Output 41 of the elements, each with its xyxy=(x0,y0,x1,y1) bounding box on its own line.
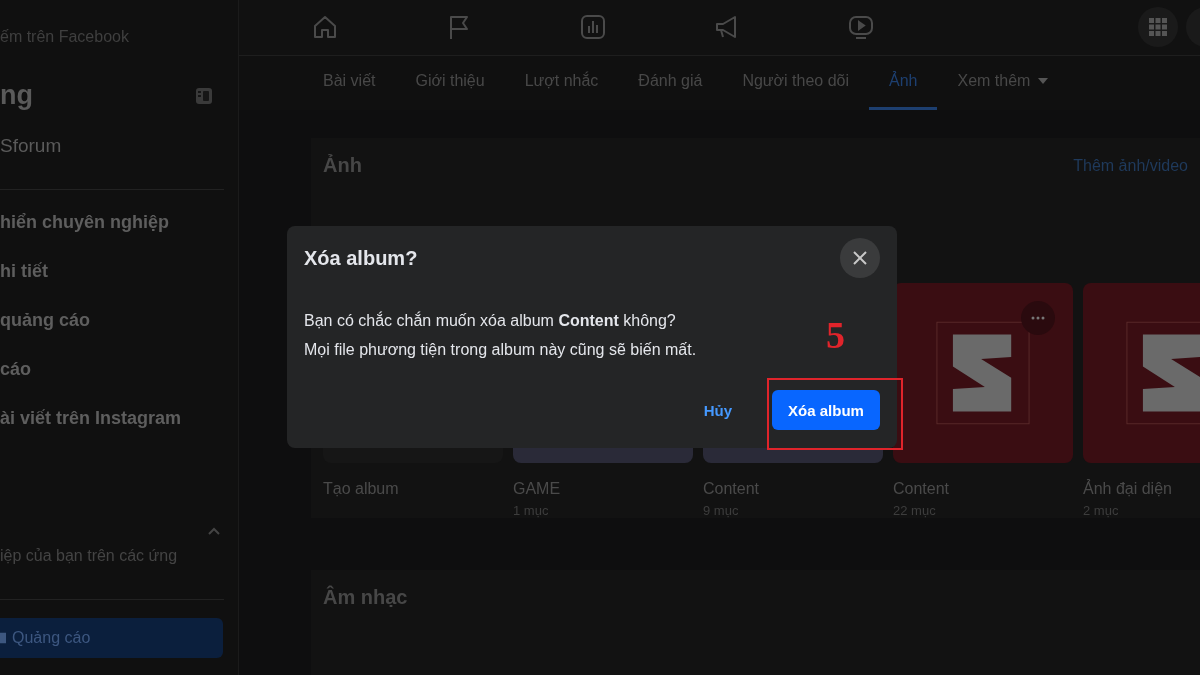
close-icon xyxy=(852,250,868,266)
sidebar-item[interactable]: cáo xyxy=(0,359,238,380)
cancel-button[interactable]: Hủy xyxy=(681,391,754,429)
album-name[interactable]: Content xyxy=(893,480,1073,499)
album-cover[interactable] xyxy=(893,283,1073,464)
delete-album-button[interactable]: Xóa album xyxy=(772,390,880,430)
grid-icon xyxy=(1148,17,1168,38)
video-icon[interactable] xyxy=(847,13,875,42)
tab[interactable]: Bài viết xyxy=(310,55,396,111)
ad-button[interactable]: Quảng cáo xyxy=(0,618,223,658)
page-name[interactable]: Sforum xyxy=(0,135,238,157)
step-number: 5 xyxy=(826,315,845,355)
logo-icon xyxy=(936,321,1030,426)
tab[interactable]: Đánh giá xyxy=(618,55,723,111)
sidebar-item[interactable]: hi tiết xyxy=(0,261,238,282)
logo-icon xyxy=(1126,321,1200,426)
add-photo-link[interactable]: Thêm ảnh/video xyxy=(1073,156,1200,175)
sidebar-item[interactable]: quảng cáo xyxy=(0,310,238,331)
tab[interactable]: Giới thiệu xyxy=(395,55,505,111)
menu-button[interactable] xyxy=(1138,7,1178,48)
tab[interactable]: Xem thêm xyxy=(937,55,1069,111)
bar-chart-icon[interactable] xyxy=(579,13,607,42)
dialog-title: Xóa album? xyxy=(304,246,418,270)
dialog-message: Mọi file phương tiện trong album này cũng sẽ biến mất. xyxy=(304,340,697,360)
more-button[interactable] xyxy=(1021,301,1055,336)
caret-icon xyxy=(1038,78,1049,85)
sidebar-title: ng xyxy=(0,80,33,111)
sidebar-item[interactable]: ài viết trên Instagram xyxy=(0,408,238,429)
close-button[interactable] xyxy=(840,238,880,278)
album-name[interactable]: GAME xyxy=(513,480,693,499)
tab[interactable]: Lượt nhắc xyxy=(504,55,619,111)
panel-toggle-icon[interactable] xyxy=(194,85,214,106)
album-name[interactable]: Tạo album xyxy=(323,480,503,499)
dialog-message: Bạn có chắc chắn muốn xóa album Content không? xyxy=(304,310,676,331)
tab[interactable]: Ảnh xyxy=(869,55,938,111)
tab[interactable]: Người theo dõi xyxy=(722,55,869,111)
more-icon xyxy=(1031,316,1045,321)
album-name[interactable]: Ảnh đại diện xyxy=(1083,480,1200,499)
sidebar-item[interactable]: hiển chuyên nghiệp xyxy=(0,212,238,233)
album-name[interactable]: Content xyxy=(703,480,883,499)
chevron-up-icon[interactable] xyxy=(208,527,220,535)
